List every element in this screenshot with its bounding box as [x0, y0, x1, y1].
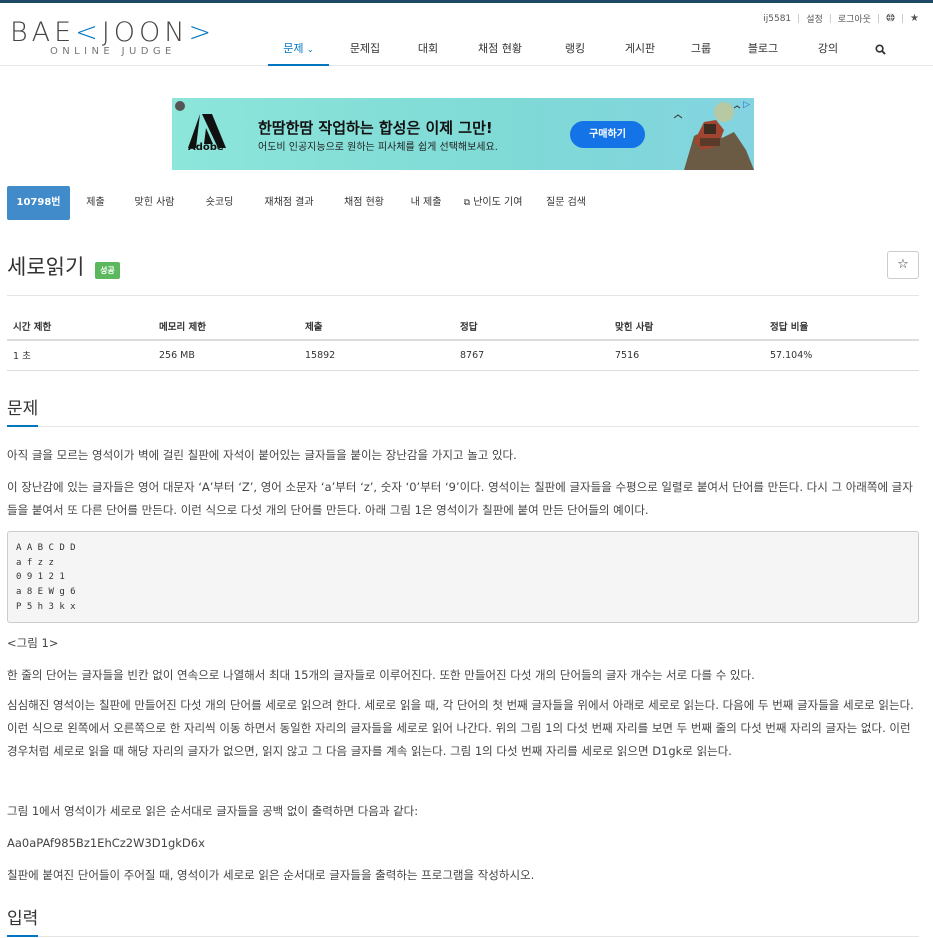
ad-banner[interactable]: ▷ Adobe 한땀한땀 작업하는 합성은 이제 그만! 어도비 인공지능으로 … [172, 98, 754, 170]
star-outline-icon: ☆ [897, 257, 909, 272]
nav-blog[interactable]: 블로그 [727, 30, 799, 66]
search-icon[interactable] [857, 30, 903, 66]
col-accept-ratio: 정답 비율 [764, 312, 919, 341]
problem-paragraph-4: 심심해진 영석이는 칠판에 만들어진 다섯 개의 단어를 세로로 읽으려 한다.… [7, 698, 914, 758]
problem-paragraph-7: 칠판에 붙여진 단어들이 주어질 때, 영석이가 세로로 읽은 순서대로 글자들… [7, 868, 535, 882]
col-submissions: 제출 [299, 312, 454, 341]
chevron-down-icon: ⌄ [307, 45, 314, 54]
divider: | [876, 13, 880, 24]
page-title: 세로읽기 [7, 255, 85, 279]
ad-badge-icon [175, 101, 185, 111]
cell-submissions: 15892 [299, 340, 454, 371]
cell-memory-limit: 256 MB [153, 340, 299, 371]
tab-question-search[interactable]: 질문 검색 [535, 186, 597, 220]
tab-judge-status[interactable]: 채점 현황 [331, 186, 397, 220]
nav-lecture[interactable]: 강의 [799, 30, 857, 66]
site-header: BAE<JOON> ONLINE JUDGE ij5581 | 설정 | 로그아… [0, 3, 933, 66]
username-link[interactable]: ij5581 [763, 14, 791, 24]
logout-link[interactable]: 로그아웃 [838, 12, 871, 25]
nav-workbook[interactable]: 문제집 [329, 30, 401, 66]
section-problem-heading: 문제 [7, 394, 919, 427]
problem-title-row: 세로읽기 성공 ☆ [7, 250, 919, 296]
user-bar: ij5581 | 설정 | 로그아웃 | | ★ [763, 12, 919, 25]
ad-illustration [673, 102, 754, 170]
section-input-heading: 입력 [7, 904, 919, 937]
divider: | [828, 13, 832, 24]
col-solved-users: 맞힌 사람 [609, 312, 764, 341]
divider: | [797, 13, 801, 24]
col-memory-limit: 메모리 제한 [153, 312, 299, 341]
divider: | [900, 13, 905, 24]
table-row: 1 초 256 MB 15892 8767 7516 57.104% [7, 340, 919, 371]
cell-time-limit: 1 초 [7, 340, 153, 371]
nav-status[interactable]: 채점 현황 [455, 30, 545, 66]
tab-difficulty-contribute[interactable]: ⧉ 난이도 기여 [455, 186, 531, 220]
problem-paragraph-6: Aa0aPAf985Bz1EhCz2W3D1gkD6x [7, 836, 205, 850]
col-time-limit: 시간 제한 [7, 312, 153, 341]
nav-contest[interactable]: 대회 [401, 30, 455, 66]
problem-paragraph-2: 이 장난감에 있는 글자들은 영어 대문자 ‘A’부터 ‘Z’, 영어 소문자 … [7, 480, 913, 517]
nav-board[interactable]: 게시판 [605, 30, 675, 66]
star-icon[interactable]: ★ [910, 13, 919, 24]
figure-caption: <그림 1> [7, 636, 59, 650]
col-accepted: 정답 [454, 312, 609, 341]
tab-submit[interactable]: 제출 [74, 186, 117, 220]
cell-solved-users: 7516 [609, 340, 764, 371]
external-link-icon: ⧉ [463, 198, 471, 208]
nav-ranking[interactable]: 랭킹 [545, 30, 605, 66]
favorite-star-button[interactable]: ☆ [887, 251, 919, 279]
settings-link[interactable]: 설정 [806, 12, 823, 25]
tab-short-coding[interactable]: 숏코딩 [192, 186, 247, 220]
example-code-block: A A B C D D a f z z 0 9 1 2 1 a 8 E W g … [7, 531, 919, 623]
ad-subtitle: 어도비 인공지능으로 원하는 피사체를 쉽게 선택해보세요. [258, 142, 498, 153]
problem-paragraph-5: 그림 1에서 영석이가 세로로 읽은 순서대로 글자들을 공백 없이 출력하면 … [7, 804, 419, 818]
problem-paragraph-3: 한 줄의 단어는 글자들을 빈칸 없이 연속으로 나열해서 최대 15개의 글자… [7, 668, 755, 682]
nav-problems[interactable]: 문제 ⌄ [268, 30, 329, 66]
tab-problem-number[interactable]: 10798번 [7, 186, 70, 220]
problem-subtabs: 10798번 제출 맞힌 사람 숏코딩 재채점 결과 채점 현황 내 제출 ⧉ … [7, 186, 597, 220]
cell-accept-ratio: 57.104% [764, 340, 919, 371]
ad-buy-button[interactable]: 구매하기 [570, 121, 645, 148]
problem-paragraph-1: 아직 글을 모르는 영석이가 벽에 걸린 칠판에 자석이 붙어있는 글자들을 붙… [7, 448, 517, 462]
ad-brand: Adobe [188, 142, 224, 153]
problem-info-table: 시간 제한 메모리 제한 제출 정답 맞힌 사람 정답 비율 1 초 256 M… [7, 312, 919, 371]
nav-group[interactable]: 그룹 [675, 30, 727, 66]
status-badge: 성공 [95, 262, 120, 279]
site-logo[interactable]: BAE<JOON> ONLINE JUDGE [10, 17, 215, 57]
main-nav: 문제 ⌄ 문제집 대회 채점 현황 랭킹 게시판 그룹 블로그 강의 [268, 30, 903, 66]
ad-title: 한땀한땀 작업하는 합성은 이제 그만! [258, 119, 493, 137]
table-header-row: 시간 제한 메모리 제한 제출 정답 맞힌 사람 정답 비율 [7, 312, 919, 341]
tab-solved-users[interactable]: 맞힌 사람 [121, 186, 188, 220]
tab-my-submissions[interactable]: 내 제출 [401, 186, 451, 220]
logo-wordmark: BAE<JOON> [10, 17, 216, 48]
cell-accepted: 8767 [454, 340, 609, 371]
tab-rejudge-result[interactable]: 재채점 결과 [251, 186, 327, 220]
globe-icon[interactable] [886, 12, 895, 25]
